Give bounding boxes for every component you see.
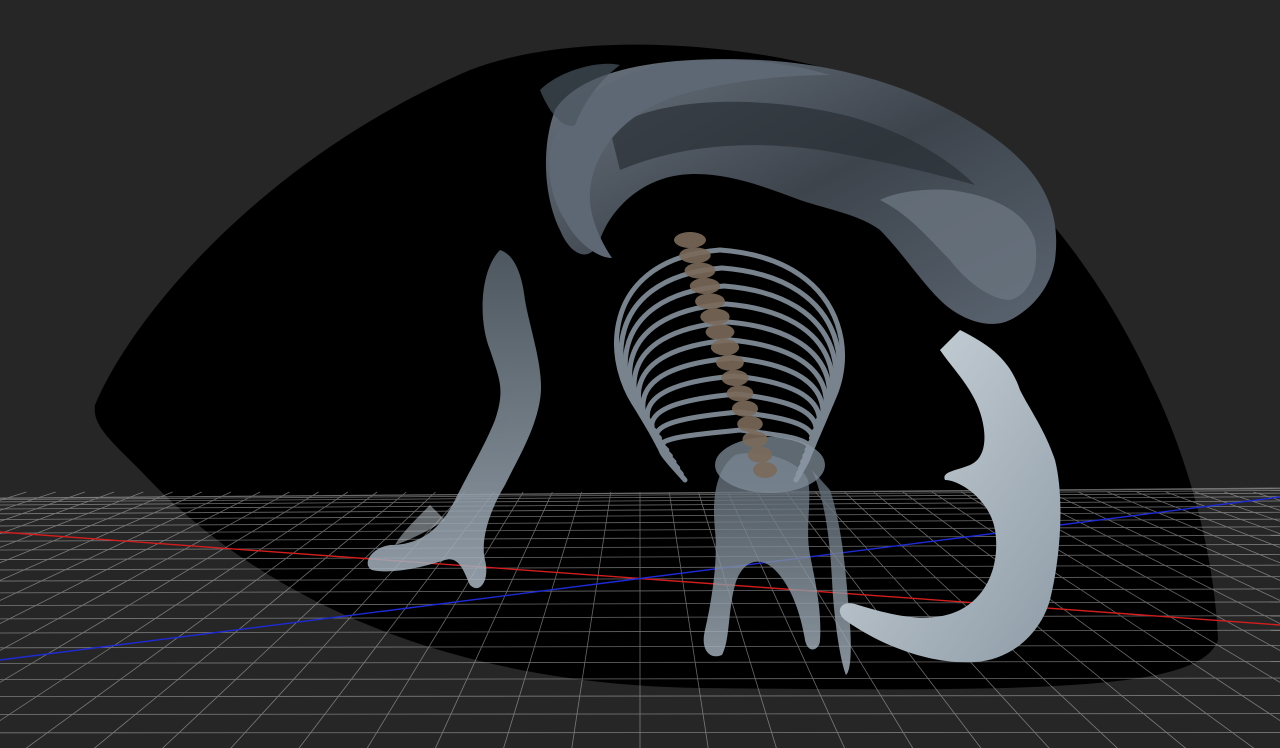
viewport-canvas[interactable] [0,0,1280,748]
vertebra [674,232,706,248]
vertebra [747,446,773,463]
vertebra [753,462,777,478]
vertebra [726,385,754,402]
vertebra [731,400,759,417]
vertebra [700,308,730,325]
vertebra [742,431,768,448]
vertebra [695,293,725,310]
vertebra [705,324,735,340]
vertebra [689,278,721,294]
3d-viewport[interactable] [0,0,1280,748]
vertebra [684,262,716,279]
vertebra [721,370,749,386]
vertebra [679,247,711,264]
vertebra [716,354,744,371]
vertebra [710,339,740,356]
vertebra [737,416,763,432]
